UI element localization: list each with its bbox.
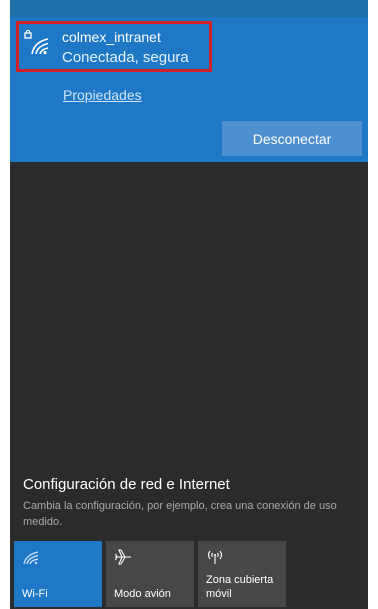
network-flyout: colmex_intranet Conectada, segura Propie… <box>10 0 368 609</box>
wifi-tile-label: Wi-Fi <box>22 588 48 600</box>
disconnect-button[interactable]: Desconectar <box>222 121 362 156</box>
properties-link[interactable]: Propiedades <box>63 87 142 103</box>
top-strip <box>10 0 368 17</box>
active-network-item[interactable]: colmex_intranet Conectada, segura Propie… <box>10 17 368 162</box>
network-status: Conectada, segura <box>62 49 189 66</box>
mobile-hotspot-tile-label: Zona cubierta móvil <box>206 574 274 600</box>
wifi-icon <box>23 551 39 565</box>
mobile-hotspot-tile[interactable]: Zona cubierta móvil <box>198 541 286 607</box>
network-settings-description: Cambia la configuración, por ejemplo, cr… <box>23 500 337 528</box>
mobile-hotspot-icon <box>207 550 223 564</box>
airplane-tile-label: Modo avión <box>114 588 171 600</box>
network-settings-link[interactable]: Configuración de red e Internet <box>23 476 230 493</box>
secured-wifi-icon <box>24 30 49 55</box>
wifi-toggle-tile[interactable]: Wi-Fi <box>14 541 102 607</box>
network-name: colmex_intranet <box>62 29 161 45</box>
airplane-mode-tile[interactable]: Modo avión <box>106 541 194 607</box>
airplane-icon <box>115 549 131 565</box>
